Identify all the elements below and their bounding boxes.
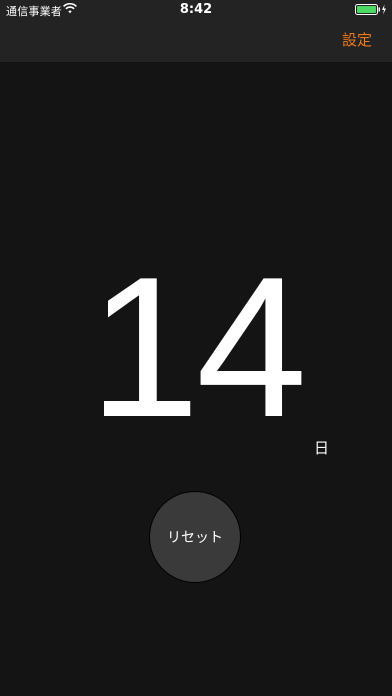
reset-button-label: リセット [167, 530, 223, 546]
status-bar: 通信事業者 8:42 [0, 0, 392, 20]
battery-charging-icon [355, 4, 386, 15]
status-time: 8:42 [179, 2, 213, 17]
settings-button[interactable]: 設定 [342, 29, 372, 50]
day-unit-label: 日 [314, 439, 330, 457]
reset-button[interactable]: リセット [149, 491, 241, 583]
app-screen: 通信事業者 8:42 設定 14 日 リセット [0, 0, 392, 696]
day-counter: 14 [88, 236, 307, 459]
navigation-bar: 通信事業者 8:42 設定 [0, 0, 392, 62]
